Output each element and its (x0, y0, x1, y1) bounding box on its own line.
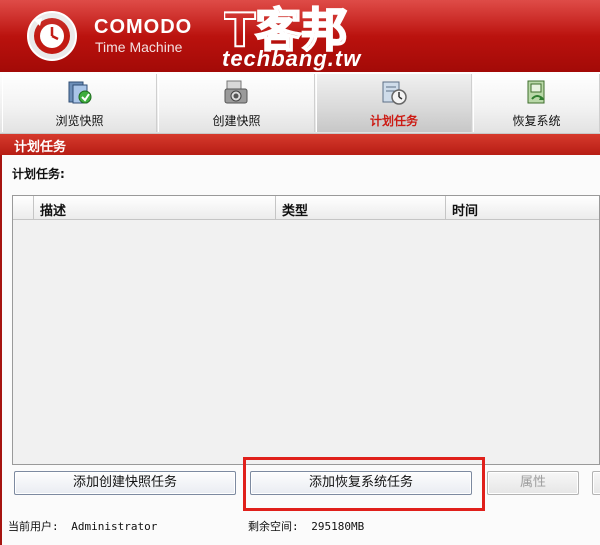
column-header-type[interactable]: 类型 (275, 196, 445, 220)
add-snapshot-task-button[interactable]: 添加创建快照任务 (14, 471, 236, 495)
column-header-time[interactable]: 时间 (445, 196, 600, 220)
clock-icon (382, 81, 407, 105)
tab-label: 创建快照 (212, 114, 261, 128)
browse-snapshot-icon (68, 81, 91, 104)
restore-system-icon (527, 80, 544, 104)
extra-button-partial[interactable] (592, 471, 600, 495)
table-header: 描述 类型 时间 (13, 196, 599, 220)
time-machine-logo-icon (27, 11, 77, 61)
camera-icon (224, 80, 247, 104)
current-user-status: 当前用户: Administrator (8, 518, 157, 534)
properties-button[interactable]: 属性 (487, 471, 579, 495)
tab-label: 恢复系统 (512, 114, 561, 128)
scheduled-tasks-table[interactable]: 描述 类型 时间 (12, 195, 600, 465)
free-space-label: 剩余空间: (248, 520, 299, 533)
tab-bar: 浏览快照 创建快照 计划任务 恢复系统 (0, 72, 600, 134)
brand-name: COMODO (94, 16, 193, 38)
tab-restore-system[interactable]: 恢复系统 (473, 74, 600, 132)
techbang-watermark-text: techbang.tw (222, 46, 362, 71)
section-title: 计划任务 (0, 134, 600, 155)
tab-label: 浏览快照 (55, 114, 104, 128)
table-header-corner (13, 196, 33, 220)
app-header: COMODO Time Machine T客邦 techbang.tw (0, 0, 600, 72)
product-name: Time Machine (95, 39, 183, 55)
task-list-label: 计划任务: (12, 167, 65, 181)
current-user-value: Administrator (71, 520, 158, 533)
svg-text:T客邦: T客邦 (224, 3, 347, 52)
tab-browse-snapshot[interactable]: 浏览快照 (2, 74, 157, 132)
tab-scheduled-tasks[interactable]: 计划任务 (316, 74, 472, 132)
tab-create-snapshot[interactable]: 创建快照 (158, 74, 315, 132)
tab-label: 计划任务 (369, 114, 418, 128)
free-space-status: 剩余空间: 295180MB (248, 518, 364, 534)
free-space-value: 295180MB (311, 520, 365, 533)
annotation-highlight-box (243, 457, 485, 511)
column-header-description[interactable]: 描述 (33, 196, 275, 220)
techbang-watermark-logo: T客邦 (224, 2, 348, 52)
current-user-label: 当前用户: (8, 520, 59, 533)
